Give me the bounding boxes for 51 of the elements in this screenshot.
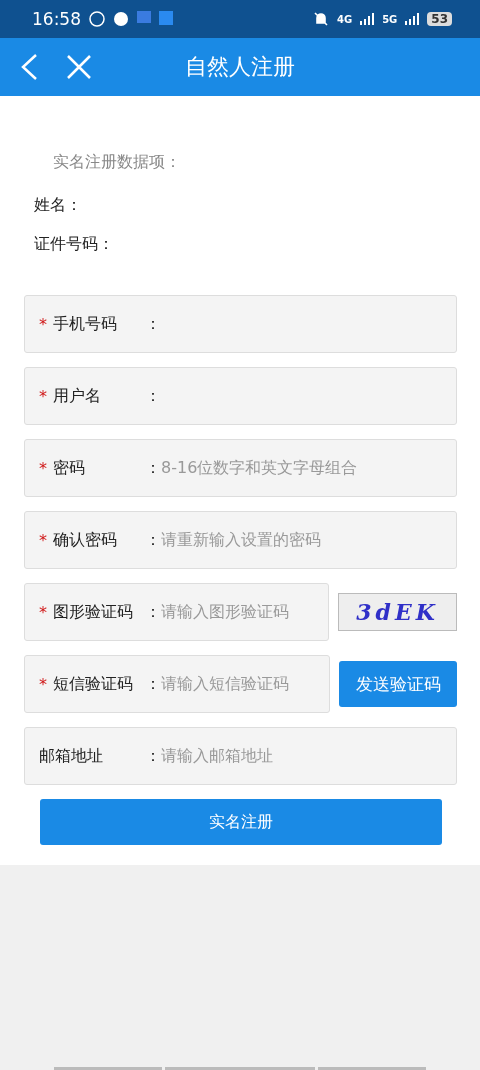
input-field[interactable]: * 确认密码 ：请重新输入设置的密码 [24,511,457,569]
required-mark: * [39,458,47,478]
placeholder: 请输入短信验证码 [161,673,289,695]
app-icon [137,11,151,23]
info-label: 证件号码： [34,234,114,255]
mute-icon [312,11,329,27]
input-field[interactable]: * 手机号码 ： [24,295,457,353]
required-mark: * [39,314,47,334]
battery-level: 53 [427,12,452,26]
network-4g: 4G [336,13,353,25]
input-field[interactable]: * 密码 ：8-16位数字和英文字母组合 [24,439,457,497]
input-field[interactable]: * 短信验证码 ：请输入短信验证码 [24,655,330,713]
field-label: 短信验证码 [53,673,133,695]
close-icon[interactable] [66,54,92,80]
required-mark: * [39,602,47,622]
app-icon [89,11,105,27]
colon: ： [145,313,161,335]
page-title: 自然人注册 [185,54,295,79]
required-mark: * [39,386,47,406]
colon: ： [145,529,161,551]
placeholder: 8-16位数字和英文字母组合 [161,457,358,479]
input-field[interactable]: * 图形验证码 ：请输入图形验证码 [24,583,329,641]
input-field[interactable]: * 用户名 ： [24,367,457,425]
section-title: 实名注册数据项： [53,152,181,173]
signal-icon [360,13,375,25]
required-mark: * [39,530,47,550]
send-code-button[interactable]: 发送验证码 [339,661,457,707]
field-label: 邮箱地址 [39,745,103,767]
input-field[interactable]: 邮箱地址 ：请输入邮箱地址 [24,727,457,785]
colon: ： [145,745,161,767]
placeholder: 请输入图形验证码 [161,601,289,623]
colon: ： [145,385,161,407]
status-time: 16:58 [32,9,81,29]
placeholder: 请重新输入设置的密码 [161,529,321,551]
placeholder: 请输入邮箱地址 [161,745,273,767]
network-5g: 5G [382,13,398,25]
app-icon [113,11,129,27]
required-mark: * [39,674,47,694]
signal-icon [405,13,420,25]
field-label: 确认密码 [53,529,117,551]
field-label: 密码 [53,457,85,479]
captcha-image[interactable]: 3dEK [338,593,457,631]
colon: ： [145,601,161,623]
colon: ： [145,673,161,695]
info-label: 姓名： [34,195,82,216]
app-icon [159,11,173,25]
register-button[interactable]: 实名注册 [39,799,442,845]
field-label: 用户名 [53,385,101,407]
field-label: 手机号码 [53,313,117,335]
field-label: 图形验证码 [53,601,133,623]
colon: ： [145,457,161,479]
